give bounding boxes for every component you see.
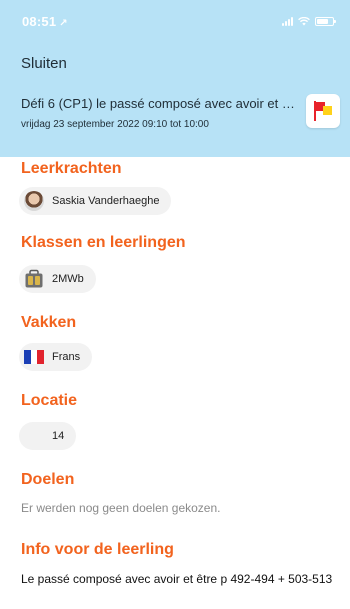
lesson-datetime: vrijdag 23 september 2022 09:10 tot 10:0… [21,119,209,130]
signal-icon [282,16,293,26]
battery-icon [315,16,336,26]
student-info-title: Info voor de leerling [21,541,174,558]
lesson-header: 08:51 ↗ Sluiten Défi 6 (CP1) le passé com… [0,0,350,157]
location-services-icon: ↗ [59,18,68,29]
teacher-chip[interactable]: Saskia Vanderhaeghe [19,187,172,215]
red-yellow-flag-icon [314,101,332,121]
status-time: 08:51 ↗ [22,14,68,29]
class-chip[interactable]: 2MWb [19,265,96,293]
close-button[interactable]: Sluiten [21,55,67,72]
goals-title: Doelen [21,471,75,488]
goals-empty-text: Er werden nog geen doelen gekozen. [21,501,221,515]
subjects-title: Vakken [21,314,77,331]
french-flag-icon [24,350,44,364]
status-time-text: 08:51 [22,14,57,29]
avatar [24,191,44,211]
lesson-flag-button[interactable] [306,94,340,128]
lesson-title: Défi 6 (CP1) le passé composé avec avoir… [21,96,299,111]
subject-chip[interactable]: Frans [19,343,93,371]
class-name: 2MWb [52,273,84,285]
location-chip[interactable]: 14 [19,422,77,450]
status-icons [282,15,336,27]
backpack-icon [25,269,43,288]
wifi-icon [298,16,310,25]
teachers-title: Leerkrachten [21,160,122,177]
subject-name: Frans [52,351,81,363]
location-title: Locatie [21,392,78,409]
classes-title: Klassen en leerlingen [21,234,186,251]
location-name: 14 [52,430,65,442]
student-info-text: Le passé composé avec avoir et être p 49… [21,572,333,586]
status-bar: 08:51 ↗ [0,0,350,40]
teacher-name: Saskia Vanderhaeghe [52,195,160,207]
